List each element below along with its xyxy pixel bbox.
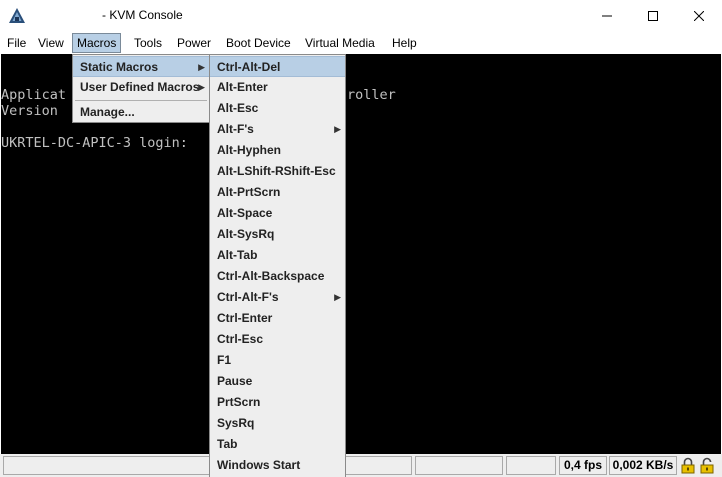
menu-item-label: Alt-Space <box>217 206 273 220</box>
maximize-button[interactable] <box>630 0 676 31</box>
minimize-icon <box>602 15 612 16</box>
menu-item-label: Alt-F's <box>217 122 254 136</box>
menu-item-label: Windows Start <box>217 458 301 472</box>
menu-item-alt-space[interactable]: Alt-Space <box>210 203 345 224</box>
menu-item-prtscrn[interactable]: PrtScrn <box>210 392 345 413</box>
static-macros-submenu: Ctrl-Alt-Del Alt-Enter Alt-Esc Alt-F's ▶ … <box>209 54 346 477</box>
menu-item-label: Alt-Hyphen <box>217 143 281 157</box>
menu-item-pause[interactable]: Pause <box>210 371 345 392</box>
menu-item-tab[interactable]: Tab <box>210 434 345 455</box>
status-cell-empty <box>3 456 210 475</box>
console-line-fragment: roller <box>347 87 396 103</box>
submenu-arrow-icon: ▶ <box>334 124 341 134</box>
menu-item-label: Pause <box>217 374 253 388</box>
menu-macros[interactable]: Macros <box>72 33 122 53</box>
menu-item-alt-tab[interactable]: Alt-Tab <box>210 245 345 266</box>
menu-item-windows-start[interactable]: Windows Start <box>210 455 345 476</box>
menu-item-label: PrtScrn <box>217 395 261 409</box>
menu-virtual-media[interactable]: Virtual Media <box>301 33 379 53</box>
menu-boot-device[interactable]: Boot Device <box>222 33 295 53</box>
menu-item-user-defined-macros[interactable]: User Defined Macros ▶ <box>73 77 209 98</box>
menu-item-label: SysRq <box>217 416 255 430</box>
menu-item-label: Ctrl-Alt-F's <box>217 290 279 304</box>
menu-item-label: Alt-PrtScrn <box>217 185 281 199</box>
app-logo-icon <box>9 8 25 23</box>
menu-item-ctrl-esc[interactable]: Ctrl-Esc <box>210 329 345 350</box>
menu-item-alt-esc[interactable]: Alt-Esc <box>210 98 345 119</box>
status-cell-empty <box>506 456 556 475</box>
menu-item-label: Alt-Tab <box>217 248 258 262</box>
close-button[interactable] <box>676 0 722 31</box>
menu-item-label: F1 <box>217 353 232 367</box>
status-bar: 0,4 fps 0,002 KB/s <box>0 454 722 477</box>
menu-tools[interactable]: Tools <box>130 33 166 53</box>
maximize-icon <box>648 10 658 21</box>
submenu-arrow-icon: ▶ <box>198 62 205 72</box>
menu-item-label: Alt-Esc <box>217 101 259 115</box>
menu-item-static-macros[interactable]: Static Macros ▶ <box>73 56 209 77</box>
menu-item-ctrl-enter[interactable]: Ctrl-Enter <box>210 308 345 329</box>
lock-open-icon <box>700 457 714 474</box>
menu-separator <box>75 100 207 101</box>
menu-item-alt-lshift-rshift-esc[interactable]: Alt-LShift-RShift-Esc <box>210 161 345 182</box>
menu-item-ctrl-alt-del[interactable]: Ctrl-Alt-Del <box>210 56 345 77</box>
menu-item-alt-enter[interactable]: Alt-Enter <box>210 77 345 98</box>
minimize-button[interactable] <box>584 0 630 31</box>
menu-item-label: Alt-LShift-RShift-Esc <box>217 164 336 178</box>
macros-dropdown: Static Macros ▶ User Defined Macros ▶ Ma… <box>72 54 210 123</box>
menu-item-label: Ctrl-Esc <box>217 332 264 346</box>
menu-item-label: Ctrl-Alt-Del <box>217 60 281 74</box>
lock-closed-icon <box>681 457 695 474</box>
menu-item-manage[interactable]: Manage... <box>73 102 209 123</box>
menu-item-label: Ctrl-Enter <box>217 311 273 325</box>
console-line: Version <box>1 103 58 119</box>
menu-item-label: Ctrl-Alt-Backspace <box>217 269 325 283</box>
menu-help[interactable]: Help <box>388 33 421 53</box>
menu-view[interactable]: View <box>34 33 68 53</box>
title-bar: - KVM Console <box>0 0 722 31</box>
status-cell-empty <box>344 456 412 475</box>
menu-item-label: Tab <box>217 437 238 451</box>
menu-item-label: User Defined Macros <box>80 80 200 94</box>
menu-item-alt-fs[interactable]: Alt-F's ▶ <box>210 119 345 140</box>
menu-item-sysrq[interactable]: SysRq <box>210 413 345 434</box>
console-login-prompt: UKRTEL-DC-APIC-3 login: <box>1 135 188 151</box>
menu-item-label: Static Macros <box>80 60 159 74</box>
menu-item-label: Alt-Enter <box>217 80 268 94</box>
menu-item-alt-hyphen[interactable]: Alt-Hyphen <box>210 140 345 161</box>
menu-item-alt-prtscrn[interactable]: Alt-PrtScrn <box>210 182 345 203</box>
submenu-arrow-icon: ▶ <box>334 292 341 302</box>
bandwidth-indicator: 0,002 KB/s <box>609 456 677 475</box>
window-title: - KVM Console <box>102 8 183 22</box>
console-line: Applicat <box>1 87 67 103</box>
menu-item-ctrl-alt-fs[interactable]: Ctrl-Alt-F's ▶ <box>210 287 345 308</box>
menu-file[interactable]: File <box>3 33 30 53</box>
status-cell-empty <box>415 456 503 475</box>
menu-power[interactable]: Power <box>173 33 215 53</box>
menu-item-alt-sysrq[interactable]: Alt-SysRq <box>210 224 345 245</box>
menu-item-label: Alt-SysRq <box>217 227 275 241</box>
menu-item-label: Manage... <box>80 105 135 119</box>
submenu-arrow-icon: ▶ <box>198 82 205 92</box>
menu-item-f1[interactable]: F1 <box>210 350 345 371</box>
menu-bar: File View Macros Tools Power Boot Device… <box>0 31 722 54</box>
close-icon <box>694 10 704 21</box>
menu-item-ctrl-alt-backspace[interactable]: Ctrl-Alt-Backspace <box>210 266 345 287</box>
fps-indicator: 0,4 fps <box>559 456 607 475</box>
